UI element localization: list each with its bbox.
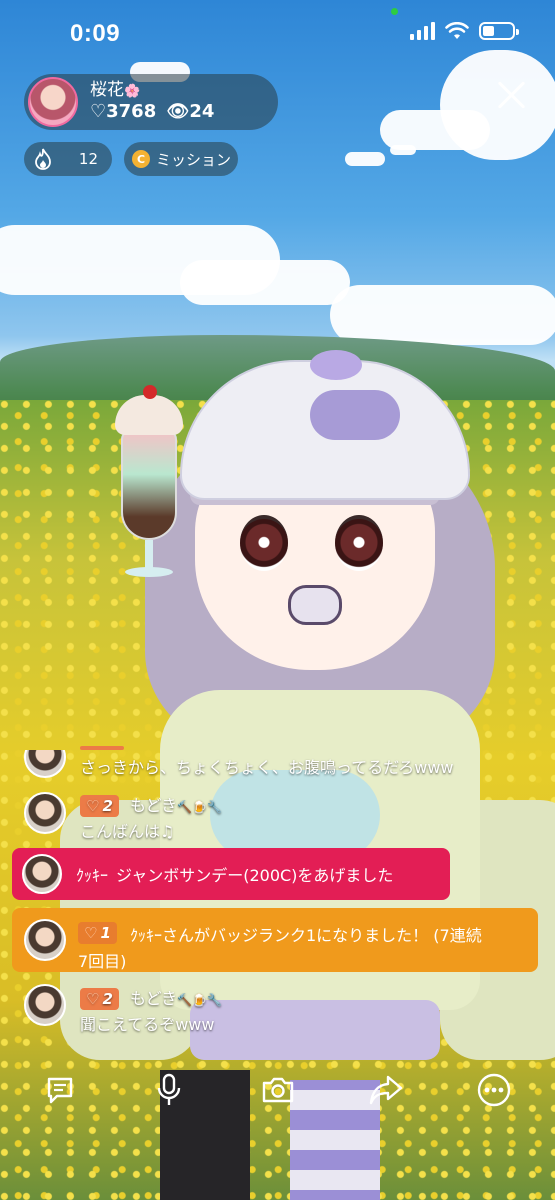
fire-icon — [35, 148, 51, 170]
viewer-count: 👁24 — [166, 101, 215, 123]
like-count: ♡3768 — [90, 101, 157, 123]
host-name-decoration: 🌸 — [124, 83, 141, 99]
close-icon[interactable] — [494, 78, 528, 112]
fire-pill[interactable]: 12 — [24, 142, 112, 176]
battery-icon — [479, 22, 519, 40]
chat-avatar[interactable] — [22, 854, 62, 894]
more-icon — [477, 1073, 511, 1107]
mission-label: ミッション — [156, 150, 232, 169]
chat-username: もどき — [129, 796, 178, 815]
gift-notification: ｸｯｷｰ ジャンボサンデー(200C)をあげました — [12, 848, 450, 900]
share-icon — [369, 1075, 403, 1105]
gift-parfait-image — [115, 385, 183, 585]
status-time: 0:09 — [70, 20, 121, 47]
wifi-icon — [445, 22, 469, 39]
mic-button[interactable] — [149, 1070, 189, 1110]
gift-user: ｸｯｷｰ — [76, 866, 109, 885]
chat-avatar[interactable] — [24, 792, 66, 834]
gift-text: ジャンボサンデー(200C)をあげました — [116, 866, 394, 885]
user-badge: ♡ 2 — [80, 795, 119, 817]
comment-icon — [47, 1077, 73, 1104]
recording-indicator — [391, 8, 398, 15]
mic-icon — [157, 1073, 181, 1105]
chat-message-header: ♡ 2 もどき🔨🍺🔧 — [80, 985, 222, 1010]
badge-rank-notification: ♡ 1 ｸｯｷｰさんがバッジランク1になりました！ (7連続 7回目) — [12, 908, 538, 972]
camera-button[interactable] — [258, 1070, 298, 1110]
fire-count: 12 — [78, 150, 98, 168]
chat-message-text: こんばんは♫ — [80, 822, 175, 841]
chat-avatar[interactable] — [24, 984, 66, 1026]
chat-username: もどき — [129, 989, 178, 1008]
host-avatar[interactable] — [28, 77, 78, 127]
comment-button[interactable] — [40, 1070, 80, 1110]
chat-message-text: 聞こえてるぞwww — [80, 1015, 215, 1034]
signal-icon — [410, 22, 435, 40]
coin-icon: C — [132, 150, 150, 168]
camera-icon — [262, 1077, 294, 1103]
host-profile-card[interactable]: 桜花🌸 ♡3768 👁24 — [24, 74, 278, 130]
chat-message-header: ♡ 2 もどき🔨🍺🔧 — [80, 792, 222, 817]
more-button[interactable] — [474, 1070, 514, 1110]
rank-text-cont: 7回目) — [78, 952, 127, 971]
mission-button[interactable]: C ミッション — [124, 142, 238, 176]
share-button[interactable] — [366, 1070, 406, 1110]
bottom-toolbar — [0, 1070, 555, 1114]
user-badge: ♡ 2 — [80, 988, 119, 1010]
user-badge: ♡ 1 — [78, 922, 117, 944]
badge-strip — [80, 746, 124, 750]
chat-avatar[interactable] — [24, 919, 66, 961]
host-name: 桜花 — [90, 79, 124, 100]
rank-text: ｸｯｷｰさんがバッジランク1になりました！ (7連続 — [130, 926, 482, 945]
status-icons — [410, 22, 519, 40]
chat-message-text: さっきから、ちょくちょく、お腹鳴ってるだろwww — [80, 758, 454, 777]
